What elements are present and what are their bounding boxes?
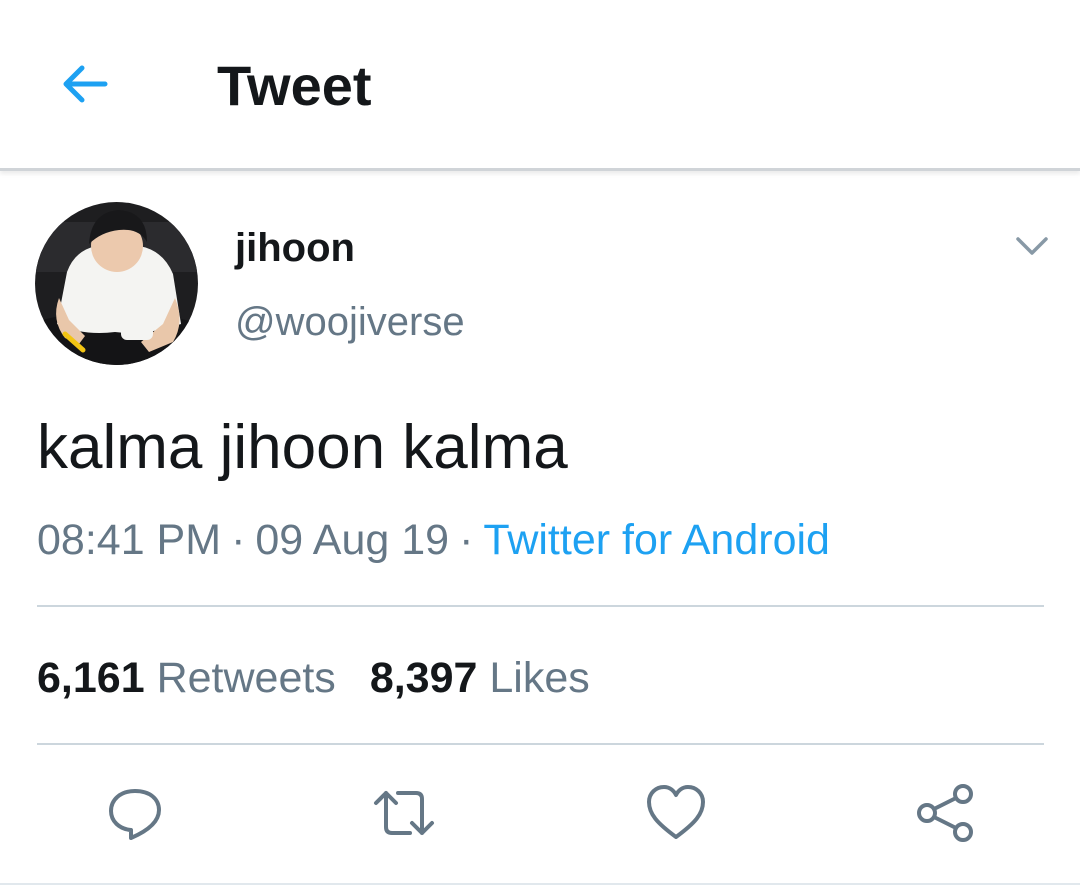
- tweet-stats: 6,161 Retweets 8,397 Likes: [37, 652, 590, 704]
- retweets-stat[interactable]: 6,161 Retweets: [37, 652, 336, 704]
- tweet-menu-button[interactable]: [1010, 224, 1054, 268]
- likes-stat[interactable]: 8,397 Likes: [370, 652, 590, 704]
- author-handle[interactable]: @woojiverse: [235, 298, 465, 346]
- like-button[interactable]: [643, 780, 709, 846]
- avatar[interactable]: [35, 202, 198, 365]
- divider: [37, 605, 1044, 607]
- tweet-meta: 08:41 PM · 09 Aug 19 · Twitter for Android: [37, 514, 830, 566]
- author-display-name[interactable]: jihoon: [235, 224, 355, 272]
- retweet-button[interactable]: [371, 780, 437, 846]
- app-header: Tweet: [0, 0, 1080, 171]
- reply-icon: [109, 789, 161, 840]
- retweet-icon: [374, 791, 434, 835]
- meta-separator: ·: [459, 516, 474, 564]
- reply-button[interactable]: [102, 780, 168, 846]
- share-button[interactable]: [912, 780, 978, 846]
- share-icon: [917, 784, 973, 842]
- back-button[interactable]: [52, 52, 116, 116]
- divider: [37, 743, 1044, 745]
- tweet-text: kalma jihoon kalma: [37, 413, 568, 482]
- likes-count: 8,397: [369, 654, 478, 702]
- chevron-down-icon: [1016, 237, 1048, 255]
- like-heart-icon: [647, 785, 705, 839]
- retweets-label: Retweets: [156, 654, 336, 702]
- tweet-date: 09 Aug 19: [255, 516, 450, 564]
- tweet-source-link[interactable]: Twitter for Android: [483, 516, 830, 564]
- page-title: Tweet: [217, 54, 372, 117]
- arrow-left-icon: [63, 65, 108, 103]
- retweets-count: 6,161: [37, 654, 145, 702]
- avatar-photo: [35, 202, 198, 365]
- divider: [0, 883, 1080, 885]
- meta-separator: ·: [231, 516, 246, 564]
- likes-label: Likes: [489, 654, 590, 702]
- tweet-time: 08:41 PM: [37, 516, 222, 564]
